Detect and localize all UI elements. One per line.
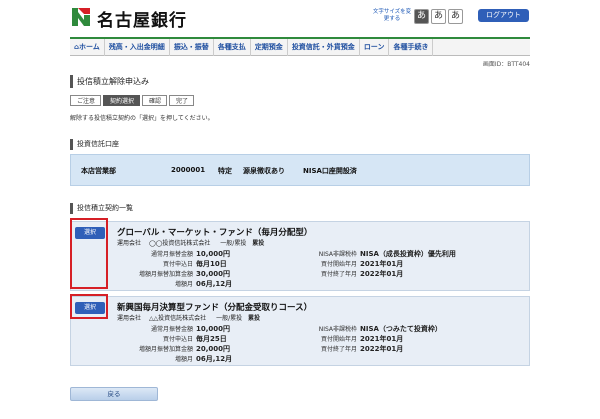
nav-item-transfer[interactable]: 振込・振替 <box>170 39 214 56</box>
contract-card: 選択 新興国毎月決算型ファンド（分配金受取りコース） 運用会社 △△投資信託株式… <box>70 296 530 366</box>
fund-name: グローバル・マーケット・ファンド（毎月分配型） <box>117 228 313 238</box>
bonus-amount: 20,000円 <box>196 345 231 353</box>
withholding-status: 源泉徴収あり <box>243 167 285 175</box>
account-type: 特定 <box>218 167 232 175</box>
account-number: 2000001 <box>171 166 206 174</box>
purchase-day: 毎月25日 <box>196 335 227 343</box>
font-size-label: 文字サイズを変更する <box>372 9 412 22</box>
company-row: 運用会社 ◯◯投資信託株式会社 一般/累投 累投 <box>117 240 265 247</box>
start-month: 2021年01月 <box>360 335 404 343</box>
end-month: 2022年01月 <box>360 270 404 278</box>
purchase-day: 毎月10日 <box>196 260 227 268</box>
main-nav: ⌂ホーム 残高・入出金明細 振込・振替 各種支払 定期預金 投資信託・外貨預金 … <box>70 37 530 56</box>
highlight-frame <box>70 294 108 319</box>
company-row: 運用会社 △△投資信託株式会社 一般/累投 累投 <box>117 315 261 322</box>
contract-card: 選択 グローバル・マーケット・ファンド（毎月分配型） 運用会社 ◯◯投資信託株式… <box>70 221 530 291</box>
nisa-value: NISA（つみたて投資枠） <box>360 325 442 333</box>
instruction-text: 解除する投信積立契約の「選択」を押してください。 <box>70 115 214 122</box>
logout-button[interactable]: ログアウト <box>478 9 529 22</box>
font-size-medium-button[interactable]: あ <box>431 9 446 24</box>
end-month: 2022年01月 <box>360 345 404 353</box>
step-select-contract: 契約選択 <box>103 95 141 106</box>
font-size-large-button[interactable]: あ <box>448 9 463 24</box>
bonus-amount: 30,000円 <box>196 270 231 278</box>
contracts-section-title: 投信積立契約一覧 <box>70 203 530 214</box>
bank-logo-icon <box>72 8 90 26</box>
screen-id: 画面ID：BTT404 <box>482 61 530 68</box>
nisa-status: NISA口座開設済 <box>303 167 357 175</box>
step-indicator: ご注意 契約選択 確認 完了 <box>70 95 196 106</box>
company-name: △△投資信託株式会社 <box>148 315 207 322</box>
branch-name: 本店営業部 <box>81 167 116 175</box>
account-info-box: 本店営業部 2000001 特定 源泉徴収あり NISA口座開設済 <box>70 154 530 186</box>
start-month: 2021年01月 <box>360 260 404 268</box>
page-title: 投信積立解除申込み <box>70 75 530 88</box>
header: 名古屋銀行 文字サイズを変更する あ あ あ ログアウト <box>0 0 600 34</box>
nisa-value: NISA（成長投資枠）優先利用 <box>360 250 456 258</box>
step-caution: ご注意 <box>70 95 102 106</box>
font-size-small-button[interactable]: あ <box>414 9 429 24</box>
nav-item-loan[interactable]: ローン <box>360 39 390 56</box>
nav-item-procedures[interactable]: 各種手続き <box>389 39 434 56</box>
step-confirm: 確認 <box>142 95 168 106</box>
back-button[interactable]: 戻る <box>70 387 158 401</box>
category-value: 累投 <box>248 315 261 322</box>
category-value: 累投 <box>252 240 265 247</box>
bank-name: 名古屋銀行 <box>97 11 187 31</box>
step-complete: 完了 <box>169 95 195 106</box>
nav-item-balance[interactable]: 残高・入出金明細 <box>105 39 170 56</box>
company-name: ◯◯投資信託株式会社 <box>148 240 211 247</box>
nav-item-home[interactable]: ⌂ホーム <box>70 39 105 56</box>
bonus-months: 06月,12月 <box>196 355 233 363</box>
nav-item-investment[interactable]: 投資信託・外貨預金 <box>288 39 360 56</box>
account-section-title: 投資信託口座 <box>70 139 530 150</box>
monthly-amount: 10,000円 <box>196 325 231 333</box>
bonus-months: 06月,12月 <box>196 280 233 288</box>
monthly-amount: 10,000円 <box>196 250 231 258</box>
highlight-frame <box>70 218 108 289</box>
fund-name: 新興国毎月決算型ファンド（分配金受取りコース） <box>117 303 313 313</box>
nav-item-time-deposit[interactable]: 定期預金 <box>251 39 288 56</box>
nav-item-payments[interactable]: 各種支払 <box>214 39 251 56</box>
